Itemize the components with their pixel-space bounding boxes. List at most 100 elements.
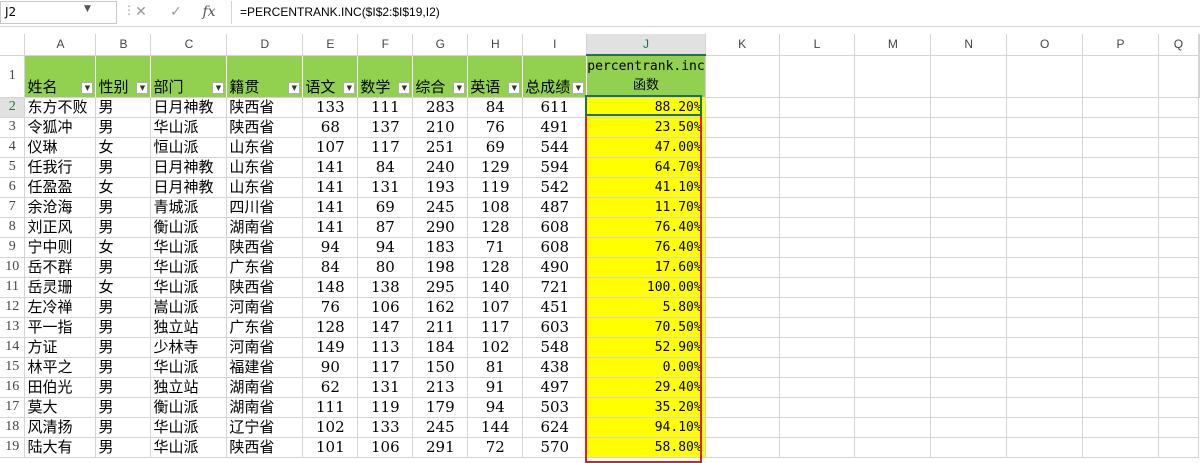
name-cell[interactable]: 风清扬 bbox=[24, 417, 97, 438]
empty-cell[interactable] bbox=[1006, 257, 1084, 278]
empty-cell[interactable] bbox=[1006, 277, 1084, 298]
total-score-cell[interactable]: 491 bbox=[522, 117, 588, 138]
header-cell[interactable]: 数学 ▼ bbox=[357, 55, 414, 98]
percentrank-cell[interactable]: 94.10% bbox=[586, 417, 706, 438]
row-header[interactable]: 12 bbox=[0, 297, 26, 318]
filter-dropdown-icon[interactable]: ▼ bbox=[212, 81, 225, 94]
cancel-icon[interactable]: ✕ bbox=[129, 2, 153, 23]
comprehensive-score-cell[interactable]: 245 bbox=[412, 197, 469, 218]
chinese-score-cell[interactable]: 94 bbox=[302, 237, 359, 258]
dept-cell[interactable]: 华山派 bbox=[150, 117, 228, 138]
place-cell[interactable]: 福建省 bbox=[226, 357, 304, 378]
empty-cell[interactable] bbox=[1082, 397, 1159, 418]
english-score-cell[interactable]: 117 bbox=[467, 317, 524, 338]
sex-cell[interactable]: 女 bbox=[95, 277, 152, 298]
place-cell[interactable]: 四川省 bbox=[226, 197, 304, 218]
empty-cell[interactable] bbox=[705, 337, 780, 358]
percentrank-cell[interactable]: 29.40% bbox=[586, 377, 706, 398]
empty-cell[interactable] bbox=[1082, 117, 1159, 138]
filter-dropdown-icon[interactable]: ▼ bbox=[453, 81, 466, 94]
sex-cell[interactable]: 男 bbox=[95, 117, 152, 138]
empty-cell[interactable] bbox=[854, 397, 932, 418]
chinese-score-cell[interactable]: 62 bbox=[302, 377, 359, 398]
percentrank-cell[interactable]: 64.70% bbox=[586, 157, 706, 178]
empty-cell[interactable] bbox=[705, 137, 780, 158]
total-score-cell[interactable]: 503 bbox=[522, 397, 588, 418]
empty-cell[interactable] bbox=[1198, 55, 1200, 98]
name-cell[interactable]: 令狐冲 bbox=[24, 117, 97, 138]
place-cell[interactable]: 山东省 bbox=[226, 157, 304, 178]
empty-cell[interactable] bbox=[1006, 377, 1084, 398]
name-cell[interactable]: 岳灵珊 bbox=[24, 277, 97, 298]
dept-cell[interactable]: 独立站 bbox=[150, 377, 228, 398]
empty-cell[interactable] bbox=[854, 337, 932, 358]
total-score-cell[interactable]: 611 bbox=[522, 97, 588, 118]
empty-cell[interactable] bbox=[1006, 317, 1084, 338]
dept-cell[interactable]: 日月神教 bbox=[150, 157, 228, 178]
empty-cell[interactable] bbox=[779, 297, 856, 318]
percentrank-cell[interactable]: 41.10% bbox=[586, 177, 706, 198]
math-score-cell[interactable]: 137 bbox=[357, 117, 414, 138]
column-header-h[interactable]: H bbox=[467, 34, 524, 56]
dept-cell[interactable]: 衡山派 bbox=[150, 397, 228, 418]
percentrank-cell[interactable]: 17.60% bbox=[586, 257, 706, 278]
empty-cell[interactable] bbox=[705, 177, 780, 198]
place-cell[interactable]: 山东省 bbox=[226, 177, 304, 198]
header-cell[interactable]: 部门 ▼ bbox=[150, 55, 228, 98]
column-header-g[interactable]: G bbox=[412, 34, 469, 56]
empty-cell[interactable] bbox=[854, 177, 932, 198]
place-cell[interactable]: 广东省 bbox=[226, 317, 304, 338]
empty-cell[interactable] bbox=[705, 55, 780, 98]
chinese-score-cell[interactable]: 141 bbox=[302, 217, 359, 238]
empty-cell[interactable] bbox=[705, 117, 780, 138]
place-cell[interactable]: 陕西省 bbox=[226, 237, 304, 258]
column-header-q[interactable]: Q bbox=[1158, 34, 1200, 56]
empty-cell[interactable] bbox=[1082, 237, 1159, 258]
empty-cell[interactable] bbox=[779, 137, 856, 158]
place-cell[interactable]: 陕西省 bbox=[226, 117, 304, 138]
dept-cell[interactable]: 衡山派 bbox=[150, 217, 228, 238]
filter-dropdown-icon[interactable]: ▼ bbox=[81, 81, 94, 94]
empty-cell[interactable] bbox=[1158, 137, 1200, 158]
row-header[interactable]: 11 bbox=[0, 277, 26, 298]
empty-cell[interactable] bbox=[1082, 277, 1159, 298]
chinese-score-cell[interactable]: 84 bbox=[302, 257, 359, 278]
sex-cell[interactable]: 男 bbox=[95, 437, 152, 458]
dept-cell[interactable]: 日月神教 bbox=[150, 97, 228, 118]
row-header[interactable]: 10 bbox=[0, 257, 26, 278]
empty-cell[interactable] bbox=[705, 377, 780, 398]
math-score-cell[interactable]: 131 bbox=[357, 177, 414, 198]
place-cell[interactable]: 陕西省 bbox=[226, 437, 304, 458]
chinese-score-cell[interactable]: 128 bbox=[302, 317, 359, 338]
chinese-score-cell[interactable]: 141 bbox=[302, 177, 359, 198]
empty-cell[interactable] bbox=[1158, 417, 1200, 438]
empty-cell[interactable] bbox=[1158, 117, 1200, 138]
math-score-cell[interactable]: 131 bbox=[357, 377, 414, 398]
comprehensive-score-cell[interactable]: 213 bbox=[412, 377, 469, 398]
name-cell[interactable]: 林平之 bbox=[24, 357, 97, 378]
total-score-cell[interactable]: 721 bbox=[522, 277, 588, 298]
empty-cell[interactable] bbox=[1158, 397, 1200, 418]
empty-cell[interactable] bbox=[705, 277, 780, 298]
math-score-cell[interactable]: 133 bbox=[357, 417, 414, 438]
empty-cell[interactable] bbox=[854, 237, 932, 258]
empty-cell[interactable] bbox=[1006, 157, 1084, 178]
math-score-cell[interactable]: 111 bbox=[357, 97, 414, 118]
empty-cell[interactable] bbox=[930, 217, 1008, 238]
comprehensive-score-cell[interactable]: 283 bbox=[412, 97, 469, 118]
english-score-cell[interactable]: 128 bbox=[467, 217, 524, 238]
empty-cell[interactable] bbox=[1082, 257, 1159, 278]
sex-cell[interactable]: 男 bbox=[95, 217, 152, 238]
total-score-cell[interactable]: 490 bbox=[522, 257, 588, 278]
empty-cell[interactable] bbox=[1082, 437, 1159, 458]
column-header-i[interactable]: I bbox=[522, 34, 588, 56]
column-header-j[interactable]: J bbox=[586, 34, 706, 56]
english-score-cell[interactable]: 140 bbox=[467, 277, 524, 298]
place-cell[interactable]: 湖南省 bbox=[226, 217, 304, 238]
name-cell[interactable]: 任盈盈 bbox=[24, 177, 97, 198]
empty-cell[interactable] bbox=[930, 55, 1008, 98]
empty-cell[interactable] bbox=[930, 137, 1008, 158]
name-cell[interactable]: 岳不群 bbox=[24, 257, 97, 278]
empty-cell[interactable] bbox=[930, 417, 1008, 438]
empty-cell[interactable] bbox=[930, 297, 1008, 318]
